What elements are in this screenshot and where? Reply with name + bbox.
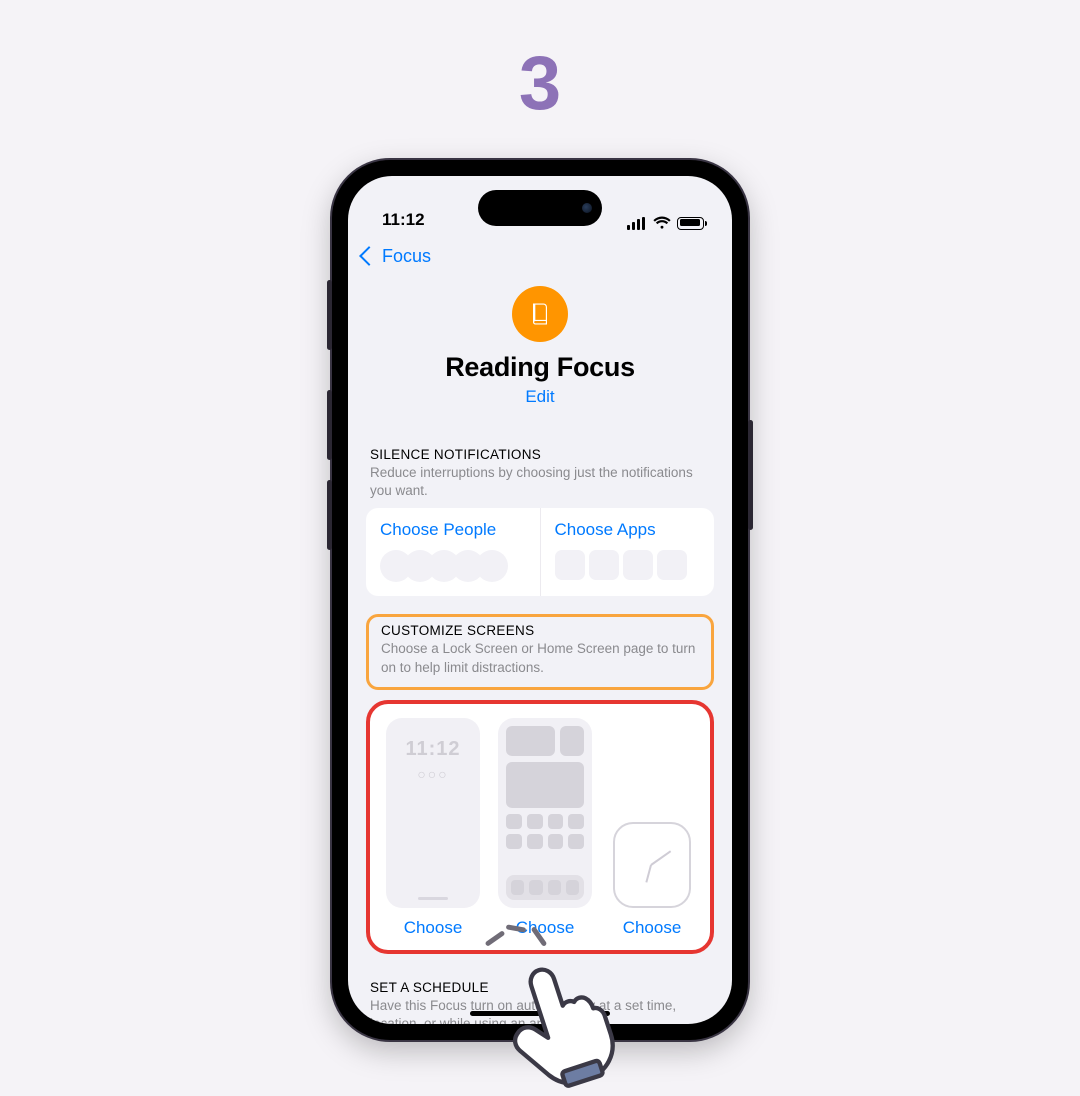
silence-header: SILENCE NOTIFICATIONS xyxy=(370,447,710,462)
watch-face-preview[interactable] xyxy=(610,822,694,908)
page-title: Reading Focus xyxy=(366,352,714,383)
home-indicator[interactable] xyxy=(470,1011,610,1016)
choose-people-label: Choose People xyxy=(380,520,526,540)
edit-button[interactable]: Edit xyxy=(525,387,554,407)
chevron-left-icon[interactable] xyxy=(359,246,379,266)
apps-placeholder-icon xyxy=(555,550,701,580)
choose-people-button[interactable]: Choose People xyxy=(366,508,540,596)
customize-header: CUSTOMIZE SCREENS xyxy=(381,623,699,638)
screen: 11:12 Focus Reading Focus Edit SILENCE xyxy=(348,176,732,1024)
schedule-header: SET A SCHEDULE xyxy=(370,980,710,995)
status-time: 11:12 xyxy=(382,210,425,230)
lock-screen-dots-icon: ○○○ xyxy=(386,766,480,782)
people-placeholder-icon xyxy=(380,550,526,582)
choose-apps-label: Choose Apps xyxy=(555,520,701,540)
silence-desc: Reduce interruptions by choosing just th… xyxy=(370,464,710,500)
back-button[interactable]: Focus xyxy=(382,246,431,267)
customize-desc: Choose a Lock Screen or Home Screen page… xyxy=(381,640,699,676)
choose-lockscreen-button[interactable]: Choose xyxy=(404,918,463,938)
nav-bar: Focus xyxy=(348,234,732,278)
notifications-card: Choose People Choose Apps xyxy=(366,508,714,596)
cellular-icon xyxy=(627,217,647,230)
home-screen-preview[interactable] xyxy=(498,718,592,908)
customize-screens-highlight: 11:12 ○○○ Choose Choose xyxy=(366,700,714,954)
wifi-icon xyxy=(653,216,671,230)
step-number: 3 xyxy=(0,40,1080,127)
lock-screen-time: 11:12 xyxy=(386,738,480,761)
battery-icon xyxy=(677,217,704,230)
choose-watch-button[interactable]: Choose xyxy=(623,918,682,938)
focus-book-icon xyxy=(512,286,568,342)
customize-header-highlight: CUSTOMIZE SCREENS Choose a Lock Screen o… xyxy=(366,614,714,689)
lock-screen-preview[interactable]: 11:12 ○○○ xyxy=(386,718,480,908)
choose-homescreen-button[interactable]: Choose xyxy=(516,918,575,938)
choose-apps-button[interactable]: Choose Apps xyxy=(540,508,715,596)
dynamic-island xyxy=(478,190,602,226)
iphone-frame: 11:12 Focus Reading Focus Edit SILENCE xyxy=(332,160,748,1040)
